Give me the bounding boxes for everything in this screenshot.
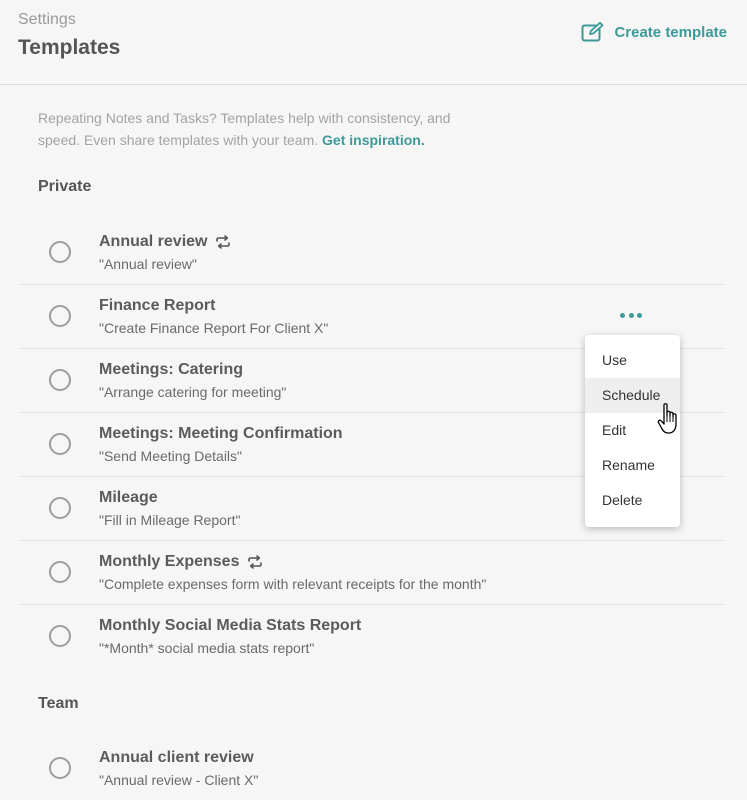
menu-item-delete[interactable]: Delete <box>585 483 680 518</box>
edit-icon <box>581 22 604 42</box>
create-template-button[interactable]: Create template <box>581 22 727 42</box>
section-heading-team: Team <box>38 695 79 712</box>
select-radio[interactable] <box>49 433 71 455</box>
select-radio[interactable] <box>49 369 71 391</box>
template-name: Monthly Expenses <box>99 553 240 570</box>
template-description: "*Month* social media stats report" <box>99 640 315 656</box>
template-description: "Arrange catering for meeting" <box>99 384 287 400</box>
template-name: Monthly Social Media Stats Report <box>99 617 362 634</box>
template-name: Mileage <box>99 489 158 506</box>
template-row[interactable]: Monthly Social Media Stats Report "*Month… <box>20 605 724 668</box>
select-radio[interactable] <box>49 497 71 519</box>
template-name-line: Annual review <box>99 233 231 251</box>
template-name: Meetings: Meeting Confirmation <box>99 425 343 442</box>
select-radio[interactable] <box>49 757 71 779</box>
template-name-line: Meetings: Catering <box>99 361 243 379</box>
template-name: Finance Report <box>99 297 216 314</box>
get-inspiration-link[interactable]: Get inspiration. <box>322 132 425 148</box>
select-radio[interactable] <box>49 241 71 263</box>
template-name-line: Finance Report <box>99 297 215 315</box>
breadcrumb[interactable]: Settings <box>18 11 76 29</box>
menu-item-rename[interactable]: Rename <box>585 448 680 483</box>
template-name: Meetings: Catering <box>99 361 244 378</box>
section-heading-private: Private <box>38 178 92 195</box>
select-radio[interactable] <box>49 561 71 583</box>
menu-item-use[interactable]: Use <box>585 343 680 378</box>
create-template-label: Create template <box>614 23 727 41</box>
template-row[interactable]: Annual review "Annual review" <box>20 221 724 285</box>
template-description: "Send Meeting Details" <box>99 448 243 464</box>
repeat-icon <box>247 555 263 569</box>
template-name-line: Monthly Social Media Stats Report <box>99 617 361 635</box>
template-row[interactable]: Monthly Expenses "Complete expenses form … <box>20 541 724 605</box>
more-options-icon[interactable] <box>620 307 642 323</box>
template-name-line: Annual client review <box>99 749 254 767</box>
template-description: "Fill in Mileage Report" <box>99 512 241 528</box>
intro-text-block: Repeating Notes and Tasks? Templates hel… <box>38 107 478 151</box>
template-description: "Create Finance Report For Client X" <box>99 320 329 336</box>
template-name-line: Meetings: Meeting Confirmation <box>99 425 343 443</box>
repeat-icon <box>215 235 231 249</box>
template-description: "Complete expenses form with relevant re… <box>99 576 487 592</box>
template-name: Annual review <box>99 233 208 250</box>
template-row[interactable]: Annual client review "Annual review - Cli… <box>20 737 724 800</box>
template-description: "Annual review" <box>99 256 197 272</box>
template-name-line: Mileage <box>99 489 158 507</box>
page-header: Settings Templates Create template <box>0 0 747 85</box>
page-title: Templates <box>18 36 121 59</box>
select-radio[interactable] <box>49 625 71 647</box>
template-name: Annual client review <box>99 749 254 766</box>
template-name-line: Monthly Expenses <box>99 553 263 571</box>
select-radio[interactable] <box>49 305 71 327</box>
hand-cursor-icon <box>657 403 677 434</box>
